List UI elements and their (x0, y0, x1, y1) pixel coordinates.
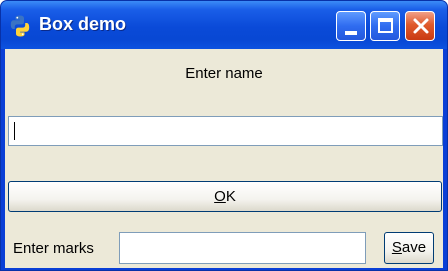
minimize-button[interactable] (336, 11, 366, 41)
save-button[interactable]: Save (384, 232, 434, 264)
window-client-area: Enter name OK Enter marks Save (5, 49, 443, 268)
name-input[interactable] (8, 116, 443, 146)
close-button[interactable] (405, 11, 435, 41)
enter-marks-label: Enter marks (13, 240, 94, 257)
maximize-icon (378, 18, 393, 33)
ok-button-mnemonic: O (214, 188, 226, 205)
app-window: Box demo Enter name OK Enter marks Save (0, 0, 448, 271)
python-icon (8, 14, 32, 38)
title-bar[interactable]: Box demo (1, 1, 447, 49)
marks-input[interactable] (119, 232, 366, 264)
ok-button-label-rest: K (225, 188, 236, 205)
save-button-label-rest: ave (401, 239, 427, 256)
close-icon (411, 16, 431, 36)
minimize-icon (345, 31, 357, 35)
text-caret (14, 122, 15, 140)
enter-name-label: Enter name (185, 65, 263, 82)
save-button-mnemonic: S (391, 239, 402, 256)
ok-button[interactable]: OK (8, 181, 442, 212)
maximize-button[interactable] (370, 11, 400, 41)
window-title: Box demo (39, 14, 127, 34)
